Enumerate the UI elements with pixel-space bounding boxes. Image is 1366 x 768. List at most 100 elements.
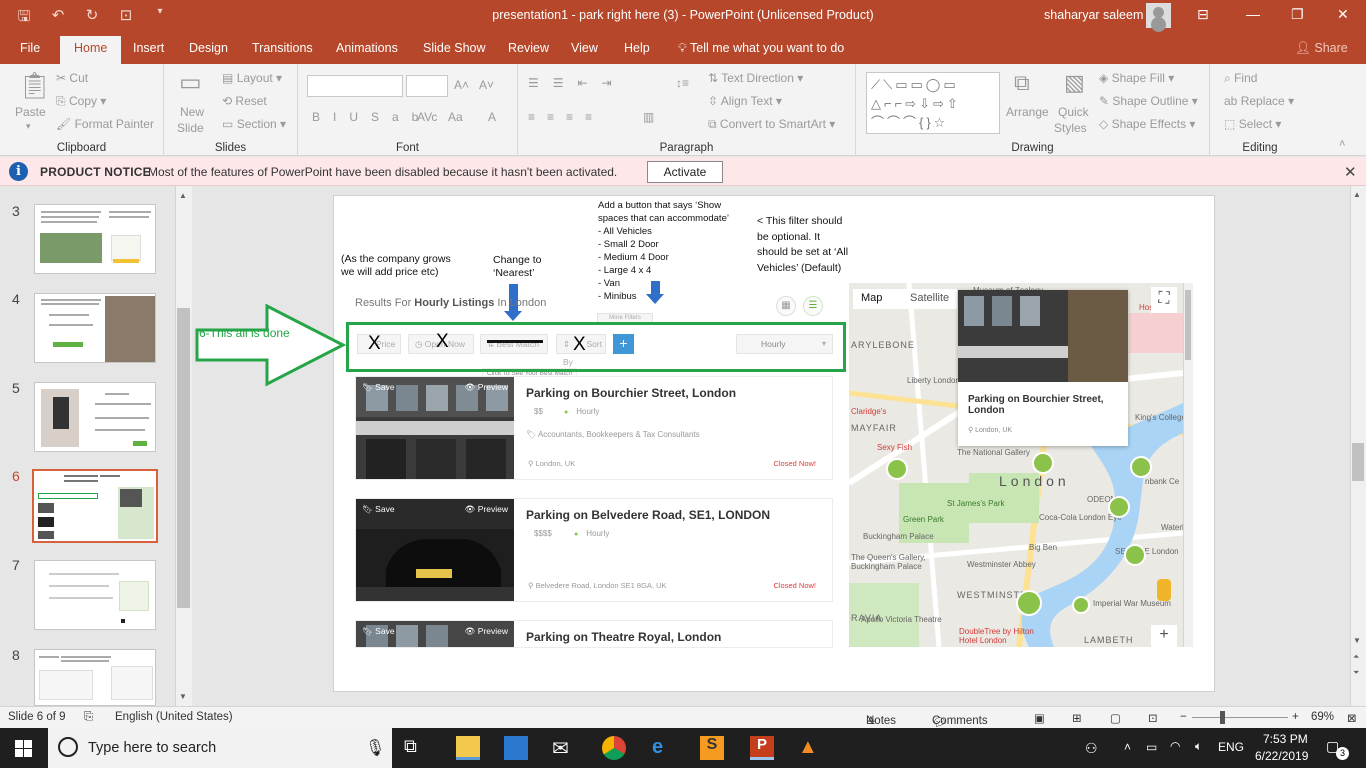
pegman-icon[interactable] <box>1157 579 1171 601</box>
list-buttons[interactable]: ☰☰⇤⇥ <box>528 76 626 90</box>
tab-slide-show[interactable]: Slide Show <box>423 41 486 55</box>
people-icon[interactable]: ⚇ <box>1085 740 1098 757</box>
shape-effects-button[interactable]: ◇ Shape Effects ▾ <box>1099 117 1195 131</box>
select-button[interactable]: ⬚ Select ▾ <box>1224 117 1281 131</box>
tab-insert[interactable]: Insert <box>133 41 164 55</box>
listing-photo[interactable]: 🔖︎ Save 👁︎ Preview <box>356 621 514 647</box>
satellite-tab[interactable]: Satellite <box>910 292 949 304</box>
map-pin-icon[interactable] <box>1108 496 1130 518</box>
font-color-icon[interactable]: A <box>488 110 496 124</box>
windows-start-icon[interactable] <box>15 740 32 757</box>
font-name-input[interactable] <box>307 75 403 97</box>
new-slide-icon[interactable]: ▭ <box>179 68 202 97</box>
note-filter-optional[interactable]: < This filter should be optional. It sho… <box>757 214 848 276</box>
sublime-icon[interactable]: S <box>700 736 724 760</box>
font-size-input[interactable] <box>406 75 448 97</box>
tab-home[interactable]: Home <box>60 36 122 64</box>
map-pin-icon[interactable] <box>886 458 908 480</box>
avatar[interactable] <box>1146 3 1171 28</box>
edge-icon[interactable]: e <box>652 736 676 760</box>
find-button[interactable]: ⌕ Find <box>1224 71 1257 86</box>
scroll-up-arrow-icon[interactable]: ▲ <box>1353 190 1361 199</box>
line-spacing-icon[interactable]: ↕≡ <box>676 76 689 90</box>
zoom-slider-thumb[interactable] <box>1220 711 1225 724</box>
listing-title[interactable]: Parking on Theatre Royal, London <box>526 630 721 644</box>
language-status[interactable]: English (United States) <box>115 711 233 723</box>
listing-title[interactable]: Parking on Bourchier Street, London <box>526 386 736 400</box>
restore-icon[interactable]: ❐ <box>1291 6 1304 23</box>
shape-outline-button[interactable]: ✎ Shape Outline ▾ <box>1099 94 1198 108</box>
language-indicator[interactable]: ENG <box>1218 740 1244 754</box>
fit-slide-icon[interactable]: ⊠ <box>1347 711 1357 725</box>
scroll-up-arrow-icon[interactable]: ▲ <box>179 191 187 200</box>
store-icon[interactable] <box>504 736 528 760</box>
listing-card[interactable]: 🔖︎ Save 👁︎ Preview Parking on Belvedere … <box>355 498 833 602</box>
fullscreen-icon[interactable]: ⛶ <box>1151 287 1177 313</box>
popup-title[interactable]: Parking on Bourchier Street, London <box>968 394 1128 416</box>
cut-button[interactable]: ✂ Cut <box>56 71 88 85</box>
share-button[interactable]: 👤︎ Share <box>1295 41 1348 56</box>
clock-date[interactable]: 6/22/2019 <box>1255 749 1308 763</box>
reset-button[interactable]: ⟲ Reset <box>222 94 267 108</box>
scroll-down-arrow-icon[interactable]: ▼ <box>1353 636 1361 645</box>
slide-thumbnail-5[interactable] <box>34 382 156 452</box>
spelling-icon[interactable]: ⎘ <box>84 711 93 724</box>
replace-button[interactable]: ab Replace ▾ <box>1224 94 1294 108</box>
paste-icon[interactable]: 📋︎ <box>18 70 51 101</box>
slide-thumbnail-7[interactable] <box>34 560 156 630</box>
zoom-slider[interactable] <box>1192 717 1288 718</box>
taskbar-search-input[interactable]: Type here to search 🎙︎ <box>48 728 392 768</box>
slide-thumbnail-8[interactable] <box>34 649 156 706</box>
slide-thumbnail-3[interactable] <box>34 204 156 274</box>
tell-me-search[interactable]: 💡︎ Tell me what you want to do <box>678 41 844 56</box>
minimize-icon[interactable]: — <box>1246 6 1260 22</box>
section-button[interactable]: ▭ Section ▾ <box>222 117 286 131</box>
zoom-in-icon[interactable]: + <box>1292 711 1299 723</box>
tab-design[interactable]: Design <box>189 41 228 55</box>
close-icon[interactable]: ✕ <box>1337 6 1349 23</box>
zoom-in-icon[interactable]: + <box>1151 625 1177 647</box>
map-pin-icon[interactable] <box>1072 596 1090 614</box>
new-slide-label-2[interactable]: Slide <box>177 121 204 135</box>
listing-photo[interactable]: 🔖︎ Save 👁︎ Preview <box>356 499 514 601</box>
file-explorer-icon[interactable] <box>456 736 480 760</box>
preview-listing-button[interactable]: 👁︎ Preview <box>465 626 508 637</box>
note-price-growth[interactable]: (As the company grows we will add price … <box>341 253 451 280</box>
battery-icon[interactable]: ▭ <box>1146 740 1157 754</box>
user-name[interactable]: shaharyar saleem <box>1044 8 1143 22</box>
ribbon-display-icon[interactable]: ⊟ <box>1197 6 1209 23</box>
tray-chevron-icon[interactable]: ˄ <box>1124 740 1131 754</box>
powerpoint-icon[interactable]: P <box>750 736 774 760</box>
preview-listing-button[interactable]: 👁︎ Preview <box>465 382 508 393</box>
slide-scroll-thumb[interactable] <box>1352 443 1364 481</box>
done-label[interactable]: 6-This all is done <box>199 326 290 340</box>
paste-button[interactable]: Paste <box>15 105 46 119</box>
align-text-button[interactable]: ⇳ Align Text ▾ <box>708 94 782 108</box>
map-tab[interactable]: Map <box>861 292 882 304</box>
map-info-popup[interactable]: Parking on Bourchier Street, London ⚲ Lo… <box>958 290 1128 446</box>
preview-listing-button[interactable]: 👁︎ Preview <box>465 504 508 515</box>
tab-help[interactable]: Help <box>624 41 650 55</box>
shrink-font-icon[interactable]: A˅ <box>479 78 494 92</box>
arrange-icon[interactable]: ⧉ <box>1014 70 1030 96</box>
slide-thumbnail-4[interactable] <box>34 293 156 363</box>
listing-card[interactable]: 🔖︎ Save 👁︎ Preview Parking on Bourchier … <box>355 376 833 480</box>
save-listing-button[interactable]: 🔖︎ Save <box>362 504 395 515</box>
blue-down-arrow-2[interactable] <box>646 281 664 304</box>
arrange-button[interactable]: Arrange <box>1006 105 1049 119</box>
microphone-icon[interactable]: 🎙︎ <box>365 738 385 758</box>
tab-animations[interactable]: Animations <box>336 41 398 55</box>
char-spacing-icon[interactable]: AV <box>417 110 432 124</box>
alignment-buttons[interactable]: ≡≡≡≡ <box>528 110 604 124</box>
paste-dropdown-icon[interactable]: ▾ <box>26 121 31 132</box>
copy-button[interactable]: ⎘ Copy ▾ <box>56 94 106 109</box>
map-pin-icon[interactable] <box>1124 544 1146 566</box>
quick-styles-label-1[interactable]: Quick <box>1058 105 1089 119</box>
chrome-icon[interactable] <box>602 736 626 760</box>
convert-smartart-button[interactable]: ⧉ Convert to SmartArt ▾ <box>708 117 835 132</box>
map-pin-icon[interactable] <box>1016 590 1042 616</box>
green-filter-highlight[interactable] <box>346 322 846 372</box>
tab-transitions[interactable]: Transitions <box>252 41 313 55</box>
note-show-spaces-button[interactable]: Add a button that says ‘Show spaces that… <box>598 199 729 303</box>
map-pin-icon[interactable] <box>1032 452 1054 474</box>
